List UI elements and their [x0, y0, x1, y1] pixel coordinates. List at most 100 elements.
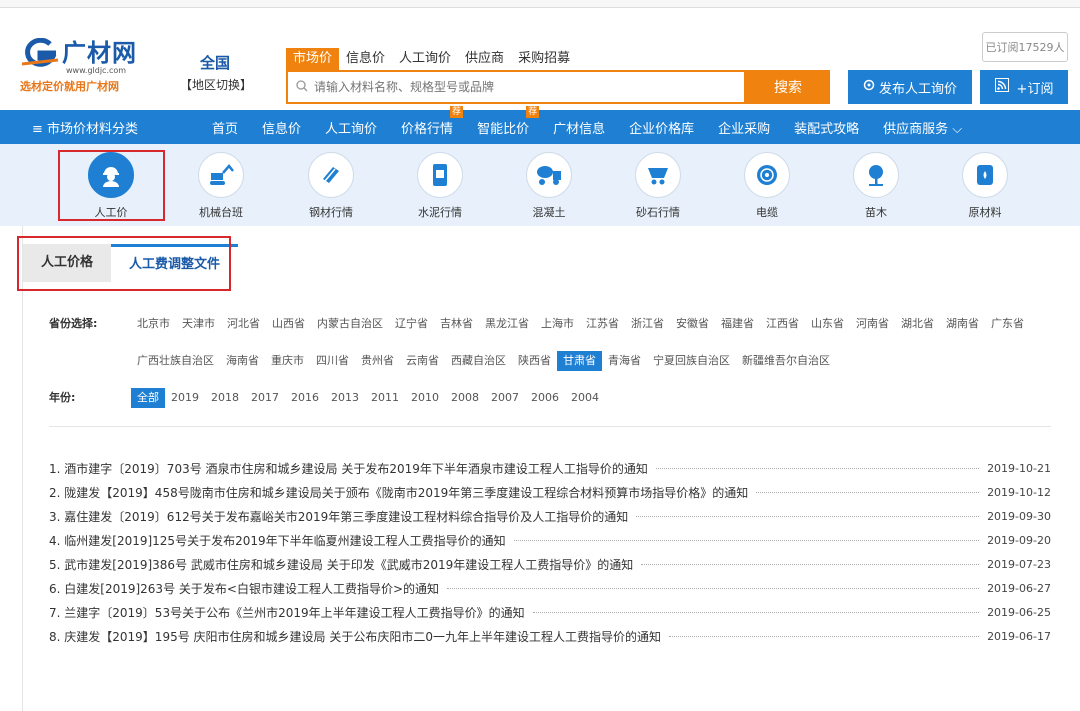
province-option[interactable]: 湖北省 — [895, 314, 940, 334]
year-option[interactable]: 2011 — [365, 388, 405, 408]
year-option[interactable]: 2018 — [205, 388, 245, 408]
category-cement[interactable]: 水泥行情 — [395, 152, 485, 220]
document-date: 2019-06-27 — [987, 581, 1051, 595]
province-option[interactable]: 吉林省 — [434, 314, 479, 334]
document-list: 1. 酒市建字〔2019〕703号 酒泉市住房和城乡建设局 关于发布2019年下… — [49, 456, 1051, 648]
nav-material-category[interactable]: ≡ 市场价材料分类 — [0, 118, 200, 137]
document-title-link[interactable]: 4. 临州建发[2019]125号关于发布2019年下半年临夏州建设工程人工费指… — [49, 532, 506, 549]
category-excavator[interactable]: 机械台班 — [176, 152, 266, 220]
province-option[interactable]: 河南省 — [850, 314, 895, 334]
main-nav: ≡ 市场价材料分类 首页 信息价 人工询价 价格行情荐智能比价荐广材信息 企业价格库 企业… — [0, 105, 1080, 144]
nav-item-2[interactable]: 人工询价 — [313, 118, 389, 137]
site-logo[interactable]: 广材网 www.gldjc.com 选材定价就用广材网 — [20, 38, 150, 94]
province-option[interactable]: 山东省 — [805, 314, 850, 334]
document-title-link[interactable]: 3. 嘉住建发〔2019〕612号关于发布嘉峪关市2019年第三季度建设工程材料… — [49, 508, 628, 525]
province-option[interactable]: 湖南省 — [940, 314, 985, 334]
nav-item-8[interactable]: 装配式攻略 — [782, 118, 871, 137]
province-option[interactable]: 河北省 — [221, 314, 266, 334]
search-tab-2[interactable]: 人工询价 — [392, 48, 458, 70]
category-barrel[interactable]: 原材料 — [940, 152, 1030, 220]
province-option[interactable]: 甘肃省 — [557, 351, 602, 371]
nav-item-9[interactable]: 供应商服务 ⌵ — [871, 118, 974, 137]
subscribe-button[interactable]: +订阅 — [980, 70, 1068, 104]
region-switch-link[interactable]: 【地区切换】 — [180, 76, 252, 93]
document-title-link[interactable]: 5. 武市建发[2019]386号 武威市住房和城乡建设局 关于印发《武威市20… — [49, 556, 633, 573]
year-option[interactable]: 2008 — [445, 388, 485, 408]
province-option[interactable]: 江苏省 — [580, 314, 625, 334]
province-option[interactable]: 四川省 — [310, 351, 355, 371]
year-option[interactable]: 2013 — [325, 388, 365, 408]
document-title-link[interactable]: 1. 酒市建字〔2019〕703号 酒泉市住房和城乡建设局 关于发布2019年下… — [49, 460, 648, 477]
province-option[interactable]: 陕西省 — [512, 351, 557, 371]
province-option[interactable]: 宁夏回族自治区 — [647, 351, 736, 371]
search-tab-0[interactable]: 市场价 — [286, 48, 340, 70]
nav-item-3[interactable]: 价格行情 荐 — [389, 105, 465, 137]
year-option[interactable]: 2016 — [285, 388, 325, 408]
cart-icon — [635, 152, 681, 198]
year-option[interactable]: 2007 — [485, 388, 525, 408]
document-row[interactable]: 4. 临州建发[2019]125号关于发布2019年下半年临夏州建设工程人工费指… — [49, 528, 1051, 552]
search-tab-3[interactable]: 供应商 — [458, 48, 511, 70]
category-cable[interactable]: 电缆 — [722, 152, 812, 220]
category-cart[interactable]: 砂石行情 — [613, 152, 703, 220]
year-option[interactable]: 2017 — [245, 388, 285, 408]
document-title-link[interactable]: 2. 陇建发【2019】458号陇南市住房和城乡建设局关于颁布《陇南市2019年… — [49, 484, 748, 501]
province-option[interactable]: 江西省 — [760, 314, 805, 334]
province-option[interactable]: 浙江省 — [625, 314, 670, 334]
province-label: 省份选择: — [49, 317, 98, 330]
nav-item-6[interactable]: 企业价格库 — [617, 118, 706, 137]
province-option[interactable]: 福建省 — [715, 314, 760, 334]
province-option[interactable]: 上海市 — [535, 314, 580, 334]
region-selector[interactable]: 全国 【地区切换】 — [180, 52, 252, 93]
nav-item-5[interactable]: 广材信息 — [541, 118, 617, 137]
category-label: 砂石行情 — [636, 206, 680, 219]
province-option[interactable]: 新疆维吾尔自治区 — [736, 351, 836, 371]
nav-item-1[interactable]: 信息价 — [250, 118, 313, 137]
category-tree[interactable]: 苗木 — [831, 152, 921, 220]
search-tab-1[interactable]: 信息价 — [339, 48, 392, 70]
document-row[interactable]: 3. 嘉住建发〔2019〕612号关于发布嘉峪关市2019年第三季度建设工程材料… — [49, 504, 1051, 528]
province-option[interactable]: 青海省 — [602, 351, 647, 371]
province-option[interactable]: 天津市 — [176, 314, 221, 334]
province-option[interactable]: 贵州省 — [355, 351, 400, 371]
category-steel[interactable]: 钢材行情 — [286, 152, 376, 220]
year-option[interactable]: 2010 — [405, 388, 445, 408]
province-option[interactable]: 北京市 — [131, 314, 176, 334]
document-row[interactable]: 7. 兰建字〔2019〕53号关于公布《兰州市2019年上半年建设工程人工费指导… — [49, 600, 1051, 624]
document-title-link[interactable]: 7. 兰建字〔2019〕53号关于公布《兰州市2019年上半年建设工程人工费指导… — [49, 604, 525, 621]
category-bar: 人工价 机械台班 钢材行情 水泥行情 混凝土 砂石行情 电缆 苗木 原材料 — [0, 144, 1080, 226]
province-option[interactable]: 安徽省 — [670, 314, 715, 334]
year-option[interactable]: 2019 — [165, 388, 205, 408]
year-option[interactable]: 2006 — [525, 388, 565, 408]
year-option[interactable]: 2004 — [565, 388, 605, 408]
province-option[interactable]: 广东省 — [985, 314, 1030, 334]
province-option[interactable]: 内蒙古自治区 — [311, 314, 389, 334]
document-title-link[interactable]: 8. 庆建发【2019】195号 庆阳市住房和城乡建设局 关于公布庆阳市二0一九… — [49, 628, 661, 645]
document-row[interactable]: 1. 酒市建字〔2019〕703号 酒泉市住房和城乡建设局 关于发布2019年下… — [49, 456, 1051, 480]
province-option[interactable]: 山西省 — [266, 314, 311, 334]
search-tab-4[interactable]: 采购招募 — [511, 48, 577, 70]
province-option[interactable]: 黑龙江省 — [479, 314, 535, 334]
search-button[interactable]: 搜索 — [746, 70, 830, 104]
province-option[interactable]: 西藏自治区 — [445, 351, 512, 371]
nav-item-0[interactable]: 首页 — [200, 118, 250, 137]
province-option[interactable]: 辽宁省 — [389, 314, 434, 334]
province-option[interactable]: 云南省 — [400, 351, 445, 371]
year-option[interactable]: 全部 — [131, 388, 165, 408]
document-row[interactable]: 6. 白建发[2019]263号 关于发布<白银市建设工程人工费指导价>的通知 2… — [49, 576, 1051, 600]
publish-labor-inquiry-button[interactable]: 发布人工询价 — [848, 70, 972, 104]
province-option[interactable]: 重庆市 — [265, 351, 310, 371]
publish-icon — [863, 79, 875, 95]
document-row[interactable]: 8. 庆建发【2019】195号 庆阳市住房和城乡建设局 关于公布庆阳市二0一九… — [49, 624, 1051, 648]
document-row[interactable]: 5. 武市建发[2019]386号 武威市住房和城乡建设局 关于印发《武威市20… — [49, 552, 1051, 576]
category-concrete-truck[interactable]: 混凝土 — [504, 152, 594, 220]
province-option[interactable]: 海南省 — [220, 351, 265, 371]
document-row[interactable]: 2. 陇建发【2019】458号陇南市住房和城乡建设局关于颁布《陇南市2019年… — [49, 480, 1051, 504]
document-title-link[interactable]: 6. 白建发[2019]263号 关于发布<白银市建设工程人工费指导价>的通知 — [49, 580, 439, 597]
province-option[interactable]: 广西壮族自治区 — [131, 351, 220, 371]
nav-item-label: 价格行情 — [401, 121, 454, 137]
nav-item-4[interactable]: 智能比价 荐 — [465, 105, 541, 137]
nav-item-7[interactable]: 企业采购 — [706, 118, 782, 137]
search-input[interactable] — [314, 80, 734, 94]
category-worker[interactable]: 人工价 — [66, 152, 156, 220]
